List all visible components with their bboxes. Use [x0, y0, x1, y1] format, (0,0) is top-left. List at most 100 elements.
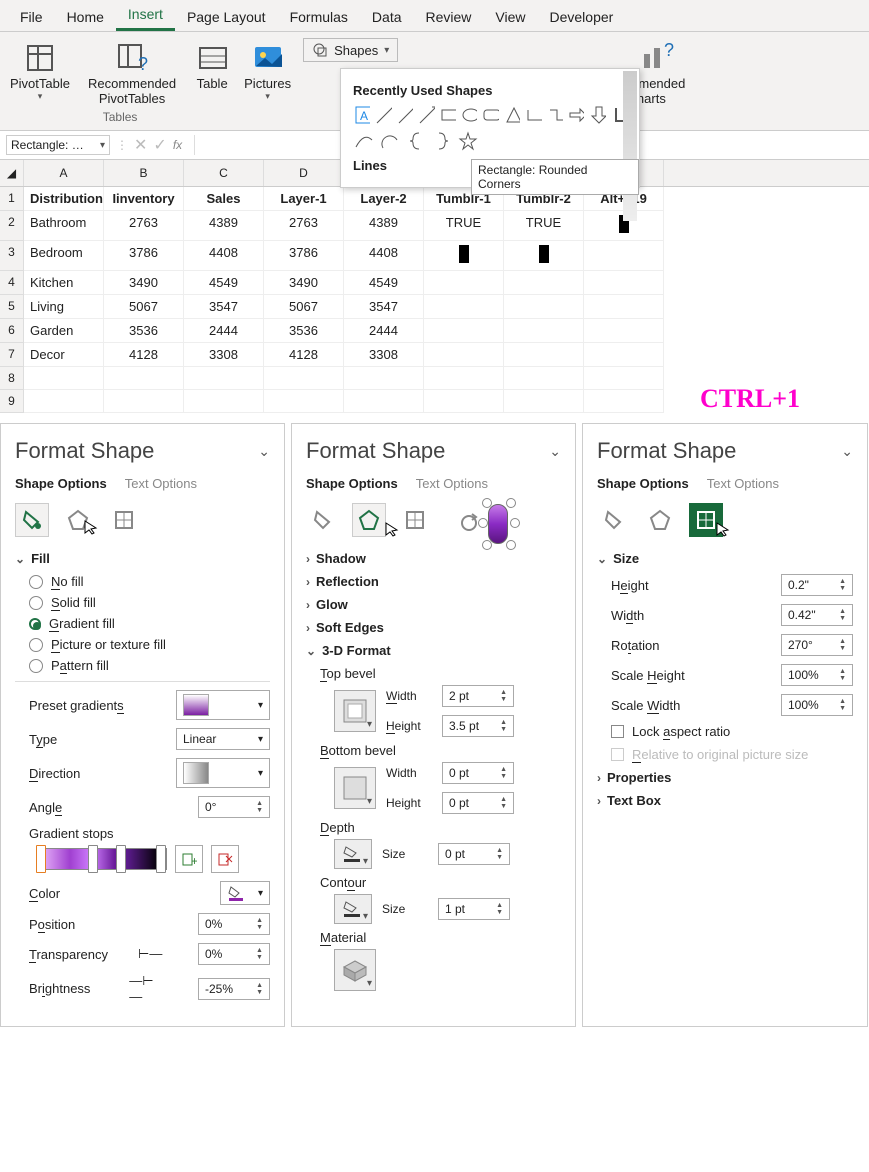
row-header[interactable]: 1	[0, 187, 24, 211]
cell[interactable]	[504, 367, 584, 390]
cell[interactable]: 3547	[344, 295, 424, 319]
row-header[interactable]: 7	[0, 343, 24, 367]
contour-size-spin[interactable]: 1 pt▲▼	[438, 898, 510, 920]
cell[interactable]	[424, 367, 504, 390]
recommended-pivottables-button[interactable]: ? Recommended PivotTables	[86, 38, 178, 108]
shape-line2[interactable]	[396, 104, 413, 126]
cell[interactable]	[264, 367, 344, 390]
cell[interactable]: 5067	[104, 295, 184, 319]
rotate-handle-icon[interactable]	[458, 512, 480, 534]
reflection-head[interactable]: ›Reflection	[306, 574, 561, 589]
gradient-fill-radio[interactable]: Gradient fill	[29, 616, 270, 631]
transparency-spin[interactable]: 0%▲▼	[198, 943, 270, 965]
cell[interactable]: 3490	[104, 271, 184, 295]
shape-curve[interactable]	[353, 130, 375, 152]
fill-section-head[interactable]: ⌄Fill	[15, 551, 270, 566]
cell[interactable]	[344, 367, 424, 390]
remove-stop-button[interactable]	[211, 845, 239, 873]
table-button[interactable]: Table	[192, 38, 232, 93]
top-bevel-picker[interactable]	[334, 690, 376, 732]
cell[interactable]	[504, 390, 584, 413]
effects-tab-icon[interactable]	[643, 503, 677, 537]
cell[interactable]: 3308	[344, 343, 424, 367]
cell[interactable]	[424, 295, 504, 319]
cancel-icon[interactable]: ✕	[134, 135, 147, 155]
direction-combo[interactable]: ▾	[176, 758, 270, 788]
cell[interactable]: TRUE	[504, 211, 584, 241]
scale-width-spin[interactable]: 100%▲▼	[781, 694, 853, 716]
shape-rect[interactable]	[439, 104, 456, 126]
effects-tab-icon[interactable]	[352, 503, 386, 537]
cell[interactable]	[504, 319, 584, 343]
add-stop-button[interactable]: +	[175, 845, 203, 873]
cell[interactable]	[584, 271, 664, 295]
col-D[interactable]: D	[264, 160, 344, 186]
position-spin[interactable]: 0%▲▼	[198, 913, 270, 935]
shape-connector2[interactable]	[546, 104, 563, 126]
size-section-head[interactable]: ⌄Size	[597, 551, 853, 566]
cell[interactable]	[584, 295, 664, 319]
size-tab-icon[interactable]	[107, 503, 141, 537]
rotation-spin[interactable]: 270°▲▼	[781, 634, 853, 656]
tab-file[interactable]: File	[8, 3, 55, 31]
shape-arc[interactable]	[379, 130, 401, 152]
pivottable-button[interactable]: PivotTable▾	[8, 38, 72, 104]
cell[interactable]: 3536	[104, 319, 184, 343]
cell[interactable]	[424, 390, 504, 413]
material-picker[interactable]	[334, 949, 376, 991]
cell[interactable]: TRUE	[424, 211, 504, 241]
cell[interactable]: 3547	[184, 295, 264, 319]
cell[interactable]: Bedroom	[24, 241, 104, 271]
preset-grad-combo[interactable]: ▾	[176, 690, 270, 720]
text-options-tab[interactable]: Text Options	[416, 476, 488, 491]
cell[interactable]: 3490	[264, 271, 344, 295]
cell[interactable]	[584, 367, 664, 390]
shape-triangle[interactable]	[503, 104, 520, 126]
cell[interactable]: 4128	[264, 343, 344, 367]
cell[interactable]: Living	[24, 295, 104, 319]
lock-aspect-checkbox[interactable]	[611, 725, 624, 738]
tab-review[interactable]: Review	[414, 3, 484, 31]
scale-height-spin[interactable]: 100%▲▼	[781, 664, 853, 686]
cell[interactable]	[184, 367, 264, 390]
size-tab-icon[interactable]	[398, 503, 432, 537]
depth-color-picker[interactable]	[334, 839, 372, 869]
tb-height-spin[interactable]: 3.5 pt▲▼	[442, 715, 514, 737]
cell[interactable]	[584, 343, 664, 367]
bb-width-spin[interactable]: 0 pt▲▼	[442, 762, 514, 784]
gallery-scrollbar[interactable]	[623, 71, 637, 221]
fill-line-tab-icon[interactable]	[306, 503, 340, 537]
row-header[interactable]: 9	[0, 390, 24, 413]
row-header[interactable]: 4	[0, 271, 24, 295]
shape-line[interactable]	[374, 104, 391, 126]
cell[interactable]: 2444	[344, 319, 424, 343]
collapse-icon[interactable]: ⌄	[549, 443, 561, 460]
cell[interactable]	[424, 241, 504, 271]
cell[interactable]	[24, 367, 104, 390]
fill-line-tab-icon[interactable]	[597, 503, 631, 537]
fx-icon[interactable]: fx	[173, 138, 182, 152]
cell[interactable]: 4389	[344, 211, 424, 241]
cell[interactable]	[504, 271, 584, 295]
cell[interactable]: Iinventory	[104, 187, 184, 211]
cell[interactable]: Layer-2	[344, 187, 424, 211]
cell[interactable]: Garden	[24, 319, 104, 343]
cell[interactable]	[104, 367, 184, 390]
shape-rounded-rect[interactable]	[481, 104, 498, 126]
cell[interactable]: 4408	[184, 241, 264, 271]
cell[interactable]	[344, 390, 424, 413]
text-options-tab[interactable]: Text Options	[125, 476, 197, 491]
picture-fill-radio[interactable]: Picture or texture fill	[29, 637, 270, 652]
shape-textbox[interactable]: A	[353, 104, 370, 126]
cell[interactable]: 4128	[104, 343, 184, 367]
cell[interactable]	[424, 343, 504, 367]
selected-shape[interactable]	[472, 498, 518, 552]
gradient-bar[interactable]	[37, 848, 167, 870]
tab-insert[interactable]: Insert	[116, 0, 175, 31]
collapse-icon[interactable]: ⌄	[841, 443, 853, 460]
softedges-head[interactable]: ›Soft Edges	[306, 620, 561, 635]
shape-options-tab[interactable]: Shape Options	[597, 476, 689, 491]
row-header[interactable]: 3	[0, 241, 24, 271]
collapse-icon[interactable]: ⌄	[258, 443, 270, 460]
row-header[interactable]: 2	[0, 211, 24, 241]
